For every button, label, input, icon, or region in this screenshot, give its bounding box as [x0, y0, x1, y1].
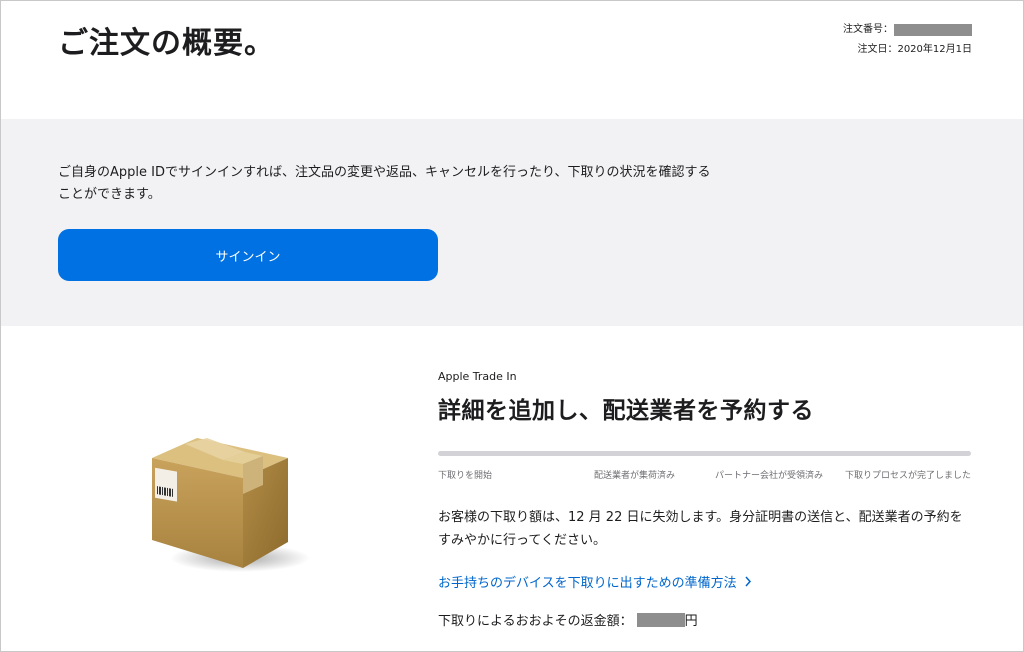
preparation-link-label: お手持ちのデバイスを下取りに出すための準備方法	[438, 576, 737, 591]
preparation-link[interactable]: お手持ちのデバイスを下取りに出すための準備方法	[438, 572, 752, 591]
box-icon	[152, 438, 310, 572]
trade-in-progress-bar	[438, 451, 971, 456]
refund-currency: 円	[684, 614, 698, 629]
package-box-illustration	[145, 430, 315, 580]
trade-in-eyebrow: Apple Trade In	[438, 370, 517, 383]
refund-amount-redaction	[636, 612, 685, 627]
step-received-label: パートナー会社が受領済み	[715, 471, 824, 481]
trade-in-steps: 下取りを開始 配送業者が集荷済み パートナー会社が受領済み 下取りプロセスが完了…	[438, 468, 971, 482]
order-number-redaction	[894, 24, 972, 36]
refund-estimate: 下取りによるおおよその返金額： 円	[438, 610, 698, 629]
trade-in-heading: 詳細を追加し、配送業者を予約する	[438, 398, 814, 424]
order-date: 注文日：2020年12月1日	[857, 44, 972, 55]
chevron-right-icon	[744, 576, 752, 591]
signin-button[interactable]: サインイン	[58, 229, 438, 281]
order-number-label: 注文番号：	[843, 24, 893, 35]
order-number-row: 注文番号：	[843, 20, 972, 40]
page-title: ご注文の概要。	[58, 26, 275, 61]
signin-message: ご自身のApple IDでサインインすれば、注文品の変更や返品、キャンセルを行っ…	[58, 165, 711, 202]
signin-section: ご自身のApple IDでサインインすれば、注文品の変更や返品、キャンセルを行っ…	[1, 119, 1023, 326]
trade-in-notice: お客様の下取り額は、12 月 22 日に失効します。身分証明書の送信と、配送業者…	[438, 510, 963, 548]
step-start-label: 下取りを開始	[438, 471, 493, 481]
trade-in-section: Apple Trade In 詳細を追加し、配送業者を予約する 下取りを開始 配…	[438, 370, 973, 629]
order-date-row: 注文日：2020年12月1日	[843, 40, 972, 60]
step-complete-label: 下取りプロセスが完了しました	[844, 471, 971, 481]
order-meta: 注文番号： 注文日：2020年12月1日	[843, 20, 972, 60]
step-picked-up-label: 配送業者が集荷済み	[594, 471, 676, 481]
refund-label: 下取りによるおおよその返金額：	[438, 614, 633, 629]
